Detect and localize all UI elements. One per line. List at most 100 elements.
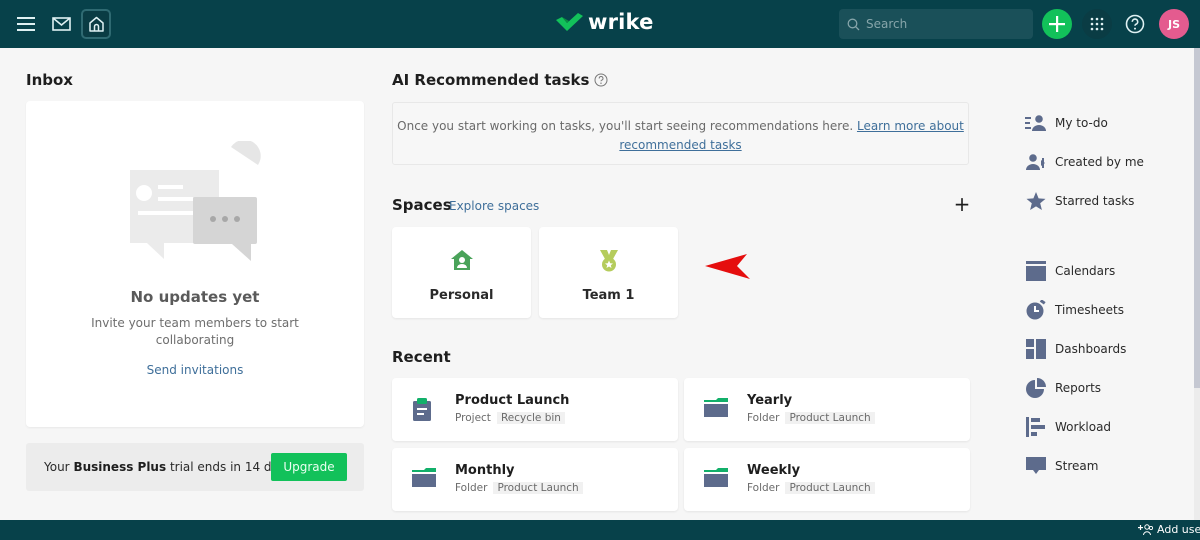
vertical-scrollbar[interactable] xyxy=(1194,48,1200,520)
quick-link-starred-tasks[interactable]: Starred tasks xyxy=(1025,191,1134,211)
recent-item-name: Yearly xyxy=(747,393,793,408)
recent-item-location[interactable]: Recycle bin xyxy=(496,412,565,424)
home-button[interactable] xyxy=(81,9,111,39)
help-circle-icon xyxy=(1125,14,1145,34)
add-users-button[interactable]: Add users xyxy=(1138,523,1200,536)
user-avatar[interactable]: JS xyxy=(1159,9,1189,39)
upgrade-button[interactable]: Upgrade xyxy=(271,453,347,481)
recent-item-type: Folder xyxy=(455,482,488,494)
recent-item-meta: Folder Product Launch xyxy=(455,482,583,494)
quick-link-workload[interactable]: Workload xyxy=(1025,417,1111,437)
inbox-title: Inbox xyxy=(26,71,73,89)
space-label: Team 1 xyxy=(582,288,635,303)
workload-icon xyxy=(1026,417,1045,437)
home-icon xyxy=(88,16,104,32)
help-circle-icon[interactable] xyxy=(594,73,608,87)
logo-text: wrike xyxy=(588,10,654,34)
recent-title: Recent xyxy=(392,348,451,366)
bottom-bar: Add users xyxy=(0,520,1200,540)
create-new-button[interactable] xyxy=(1042,9,1072,39)
medal-icon xyxy=(599,250,618,272)
spaces-title: Spaces xyxy=(392,196,452,214)
ai-recommendations-empty-box: Once you start working on tasks, you'll … xyxy=(392,102,969,165)
trial-plan-name: Business Plus xyxy=(73,460,167,474)
apps-grid-icon xyxy=(1090,17,1104,31)
trial-message: Your Business Plus trial ends in 14 days xyxy=(44,460,292,474)
empty-state-title: No updates yet xyxy=(130,288,260,306)
quick-link-stream[interactable]: Stream xyxy=(1025,456,1098,476)
recent-item-location[interactable]: Product Launch xyxy=(785,412,875,424)
quick-link-created-by-me[interactable]: Created by me xyxy=(1025,152,1144,172)
trial-banner: Your Business Plus trial ends in 14 days… xyxy=(26,443,364,491)
apps-button[interactable] xyxy=(1082,9,1112,39)
created-by-me-icon xyxy=(1026,154,1045,170)
quick-link-my-to-do[interactable]: My to-do xyxy=(1025,113,1108,133)
wrike-logo[interactable]: wrike xyxy=(556,10,654,34)
help-button[interactable] xyxy=(1120,9,1150,39)
project-icon xyxy=(413,398,431,421)
quick-link-label: Calendars xyxy=(1055,264,1116,278)
top-navigation-bar: wrike JS xyxy=(0,0,1200,48)
my-todo-icon xyxy=(1025,115,1046,131)
quick-link-label: My to-do xyxy=(1055,116,1108,130)
recent-item[interactable]: Monthly Folder Product Launch xyxy=(392,448,678,511)
recent-item-meta: Folder Product Launch xyxy=(747,412,875,424)
quick-link-label: Starred tasks xyxy=(1055,194,1135,208)
home-person-icon xyxy=(450,250,473,270)
quick-link-label: Reports xyxy=(1055,381,1102,395)
quick-link-timesheets[interactable]: Timesheets xyxy=(1025,300,1124,320)
recent-item-location[interactable]: Product Launch xyxy=(785,482,875,494)
space-card-team-1[interactable]: Team 1 xyxy=(539,227,678,318)
space-card-personal[interactable]: Personal xyxy=(392,227,531,318)
empty-inbox-illustration-icon xyxy=(130,141,261,261)
scrollbar-thumb[interactable] xyxy=(1194,48,1200,388)
explore-spaces-link[interactable]: Explore spaces xyxy=(449,199,539,213)
recent-item[interactable]: Product Launch Project Recycle bin xyxy=(392,378,678,441)
dashboard-icon xyxy=(1026,339,1046,359)
plus-icon xyxy=(1049,16,1065,32)
recent-item-location[interactable]: Product Launch xyxy=(493,482,583,494)
send-invitations-link[interactable]: Send invitations xyxy=(26,363,364,377)
inbox-button[interactable] xyxy=(46,9,76,39)
quick-link-label: Stream xyxy=(1055,459,1099,473)
quick-link-calendars[interactable]: Calendars xyxy=(1025,261,1115,281)
quick-link-label: Workload xyxy=(1055,420,1112,434)
ai-recommended-title: AI Recommended tasks xyxy=(392,71,590,89)
search-input[interactable] xyxy=(866,17,1026,31)
menu-button[interactable] xyxy=(11,9,41,39)
stream-icon xyxy=(1026,457,1046,474)
recent-item[interactable]: Yearly Folder Product Launch xyxy=(684,378,970,441)
recent-item-type: Folder xyxy=(747,482,780,494)
add-space-button[interactable]: + xyxy=(952,194,972,214)
hamburger-menu-icon xyxy=(17,17,35,31)
folder-icon xyxy=(704,468,728,487)
recent-item-type: Folder xyxy=(747,412,780,424)
quick-link-dashboards[interactable]: Dashboards xyxy=(1025,339,1126,359)
ai-recommended-section-title: AI Recommended tasks xyxy=(392,71,608,89)
add-users-icon xyxy=(1138,523,1154,535)
recent-item[interactable]: Weekly Folder Product Launch xyxy=(684,448,970,511)
trial-prefix: Your xyxy=(44,460,74,474)
recent-item-type: Project xyxy=(455,412,491,424)
wrike-check-logo-icon xyxy=(556,13,583,31)
add-users-label: Add users xyxy=(1157,523,1200,536)
quick-link-label: Timesheets xyxy=(1055,303,1124,317)
quick-link-label: Created by me xyxy=(1055,155,1144,169)
inbox-panel: No updates yet Invite your team members … xyxy=(26,101,364,427)
star-icon xyxy=(1026,191,1046,210)
recent-item-name: Monthly xyxy=(455,463,515,478)
quick-link-reports[interactable]: Reports xyxy=(1025,378,1101,398)
search-box[interactable] xyxy=(839,9,1033,39)
recent-item-meta: Folder Product Launch xyxy=(747,482,875,494)
ai-recommendations-message: Once you start working on tasks, you'll … xyxy=(397,119,857,133)
folder-icon xyxy=(704,398,728,417)
recent-item-meta: Project Recycle bin xyxy=(455,412,565,424)
recent-item-name: Product Launch xyxy=(455,393,570,408)
space-label: Personal xyxy=(429,288,494,303)
stopwatch-icon xyxy=(1026,300,1046,320)
recent-item-name: Weekly xyxy=(747,463,801,478)
calendar-icon xyxy=(1026,261,1046,281)
pie-chart-icon xyxy=(1026,378,1046,398)
empty-state-description: Invite your team members to start collab… xyxy=(91,316,299,347)
red-pointer-arrow-annotation-icon xyxy=(705,254,750,279)
